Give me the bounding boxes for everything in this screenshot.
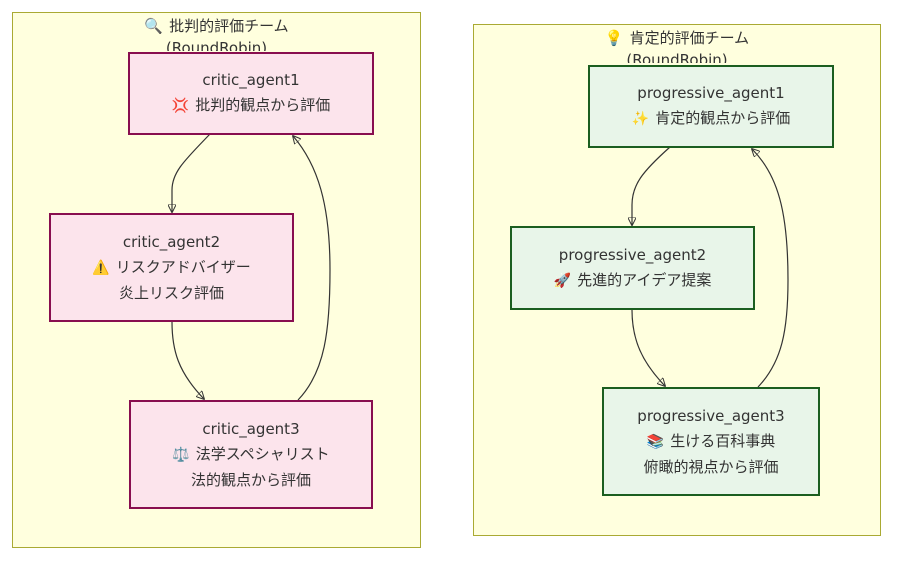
- node-critic-agent1[interactable]: critic_agent1 💢 批判的観点から評価: [128, 52, 374, 135]
- node-progressive-agent1-desc: 肯定的観点から評価: [655, 109, 791, 127]
- critic-team-title: 🔍 批判的評価チーム (RoundRobin): [13, 15, 420, 51]
- positive-team-title: 💡 肯定的評価チーム (RoundRobin): [474, 27, 880, 63]
- node-progressive-agent3-role: 生ける百科事典: [670, 431, 776, 450]
- node-progressive-agent1-name: progressive_agent1: [637, 84, 785, 102]
- node-progressive-agent2-name: progressive_agent2: [558, 245, 707, 264]
- node-progressive-agent1[interactable]: progressive_agent1 ✨ 肯定的観点から評価: [588, 65, 834, 148]
- positive-team-subtitle: (RoundRobin): [626, 51, 728, 63]
- lightbulb-icon: 💡: [604, 29, 624, 47]
- node-critic-agent2-role: リスクアドバイザー: [115, 257, 251, 276]
- critic-team-label: 批判的評価チーム: [169, 17, 289, 35]
- node-critic-agent3-name: critic_agent3: [202, 419, 300, 438]
- node-critic-agent2-name: critic_agent2: [122, 232, 221, 251]
- node-critic-agent3-desc: 法的観点から評価: [190, 470, 311, 489]
- node-critic-agent1-desc: 批判的観点から評価: [195, 96, 331, 114]
- sparkles-icon: ✨: [631, 111, 650, 127]
- magnifier-icon: 🔍: [144, 17, 164, 35]
- node-critic-agent1-name: critic_agent1: [202, 71, 300, 89]
- anger-symbol-icon: 💢: [171, 98, 190, 114]
- node-progressive-agent3[interactable]: progressive_agent3 📚 生ける百科事典 俯瞰的視点から評価: [602, 387, 820, 496]
- node-critic-agent2-desc: 炎上リスク評価: [118, 283, 224, 302]
- node-progressive-agent2[interactable]: progressive_agent2 🚀 先進的アイデア提案: [510, 226, 755, 310]
- critic-team-subtitle: (RoundRobin): [165, 39, 268, 51]
- rocket-icon: 🚀: [553, 272, 572, 289]
- scales-icon: ⚖️: [172, 446, 190, 463]
- node-critic-agent2[interactable]: critic_agent2 ⚠️ リスクアドバイザー 炎上リスク評価: [49, 213, 294, 322]
- books-icon: 📚: [646, 433, 665, 450]
- node-progressive-agent3-desc: 俯瞰的視点から評価: [643, 457, 779, 476]
- node-progressive-agent3-name: progressive_agent3: [637, 406, 785, 425]
- warning-icon: ⚠️: [92, 259, 110, 276]
- node-critic-agent3[interactable]: critic_agent3 ⚖️ 法学スペシャリスト 法的観点から評価: [129, 400, 373, 509]
- node-critic-agent3-role: 法学スペシャリスト: [195, 444, 330, 463]
- node-progressive-agent2-desc: 先進的アイデア提案: [577, 270, 712, 289]
- positive-team-label: 肯定的評価チーム: [629, 29, 750, 47]
